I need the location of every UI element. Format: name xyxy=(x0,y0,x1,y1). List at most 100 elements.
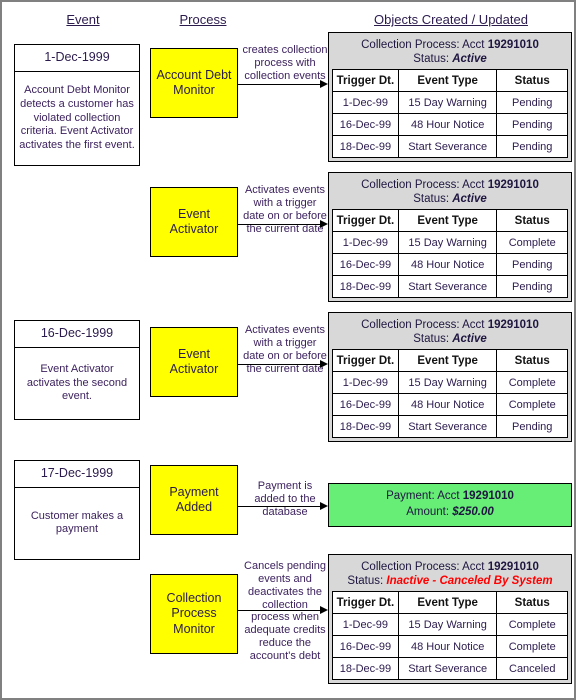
cell-trigger-date: 16-Dec-99 xyxy=(332,113,399,137)
object-title-prefix-4: Collection Process: Acct xyxy=(361,561,488,573)
payment-title-prefix: Payment: Acct xyxy=(386,490,463,503)
column-header-process: Process xyxy=(179,12,227,27)
event-date-3: 17-Dec-1999 xyxy=(15,461,139,488)
cell-event-type: 48 Hour Notice xyxy=(397,393,498,417)
object-table-1: Trigger Dt. Event Type Status 1-Dec-99 1… xyxy=(332,69,568,159)
object-status-value-3: Active xyxy=(452,333,487,346)
cell-status: Pending xyxy=(496,415,568,439)
cell-event-type: Start Severance xyxy=(397,415,498,439)
cell-status: Pending xyxy=(496,135,568,159)
cell-event-type: 15 Day Warning xyxy=(397,371,498,395)
table-header-row: Trigger Dt. Event Type Status xyxy=(332,69,568,93)
object-status-label-3: Status: xyxy=(413,333,453,346)
cell-trigger-date: 18-Dec-99 xyxy=(332,657,399,681)
table-row: 1-Dec-99 15 Day Warning Complete xyxy=(332,371,568,395)
process-box-collection-process-monitor[interactable]: Collection Process Monitor xyxy=(150,574,238,654)
table-row: 18-Dec-99 Start Severance Pending xyxy=(332,135,568,159)
arrow-line-1 xyxy=(238,84,322,85)
cell-status: Pending xyxy=(496,253,568,277)
object-title-prefix-1: Collection Process: Acct xyxy=(361,39,488,51)
cell-status: Complete xyxy=(496,635,568,659)
table-row: 18-Dec-99 Start Severance Pending xyxy=(332,415,568,439)
object-title-prefix-2: Collection Process: Acct xyxy=(361,179,488,191)
process-box-event-activator-2[interactable]: Event Activator xyxy=(150,327,238,397)
cell-trigger-date: 1-Dec-99 xyxy=(332,91,399,115)
cell-trigger-date: 18-Dec-99 xyxy=(332,415,399,439)
arrow-head-1 xyxy=(320,80,328,88)
arrow-head-5 xyxy=(320,606,328,614)
cell-status: Complete xyxy=(496,613,568,637)
cell-status: Complete xyxy=(496,231,568,255)
cell-trigger-date: 16-Dec-99 xyxy=(332,635,399,659)
object-status-label-4: Status: xyxy=(347,575,387,588)
arrow-caption-1: creates collection process with collecti… xyxy=(242,44,328,82)
arrow-line-2 xyxy=(238,224,322,225)
event-description-2: Event Activator activates the second eve… xyxy=(26,362,128,403)
payment-amount-value: $250.00 xyxy=(452,506,494,518)
event-description-1: Account Debt Monitor detects a customer … xyxy=(19,84,135,151)
table-row: 16-Dec-99 48 Hour Notice Pending xyxy=(332,253,568,277)
payment-amount-label: Amount: xyxy=(406,506,453,518)
object-panel-4: Collection Process: Acct 19291010 Status… xyxy=(328,554,572,684)
cell-trigger-date: 16-Dec-99 xyxy=(332,253,399,277)
arrow-caption-2: Activates events with a trigger date on … xyxy=(243,184,327,235)
event-box-3: 17-Dec-1999 Customer makes a payment xyxy=(14,460,140,560)
object-status-value-1: Active xyxy=(452,53,487,66)
object-account-3: 19291010 xyxy=(487,319,539,331)
object-status-label-2: Status: xyxy=(413,193,453,206)
cell-event-type: 48 Hour Notice xyxy=(397,253,498,277)
column-header-event: Event xyxy=(66,12,100,27)
arrow-caption-3: Activates events with a trigger date on … xyxy=(243,324,327,375)
arrow-head-3 xyxy=(320,360,328,368)
process-box-account-debt-monitor[interactable]: Account Debt Monitor xyxy=(150,48,238,118)
object-status-value-4: Inactive - Canceled By System xyxy=(386,575,553,588)
diagram-canvas: Event Process Objects Created / Updated … xyxy=(2,2,574,698)
table-row: 18-Dec-99 Start Severance Canceled xyxy=(332,657,568,681)
arrow-caption-4: Payment is added to the database xyxy=(254,480,316,518)
object-account-2: 19291010 xyxy=(487,179,539,191)
object-panel-1: Collection Process: Acct 19291010 Status… xyxy=(328,32,572,162)
diagram-page: Event Process Objects Created / Updated … xyxy=(0,0,576,700)
cell-status: Pending xyxy=(496,91,568,115)
object-table-3: Trigger Dt. Event Type Status 1-Dec-99 1… xyxy=(332,349,568,439)
col-trigger-date: Trigger Dt. xyxy=(332,69,399,93)
object-status-value-2: Active xyxy=(452,193,487,206)
payment-amount-line: Amount: $250.00 xyxy=(406,505,494,521)
cell-event-type: 15 Day Warning xyxy=(397,91,498,115)
table-row: 16-Dec-99 48 Hour Notice Complete xyxy=(332,393,568,417)
object-title-2: Collection Process: Acct 19291010 Status… xyxy=(332,176,568,209)
cell-status: Pending xyxy=(496,275,568,299)
table-header-row: Trigger Dt. Event Type Status xyxy=(332,209,568,233)
cell-event-type: 48 Hour Notice xyxy=(397,113,498,137)
payment-account: 19291010 xyxy=(462,490,514,503)
table-row: 16-Dec-99 48 Hour Notice Complete xyxy=(332,635,568,659)
payment-title: Payment: Acct 19291010 xyxy=(386,489,514,505)
event-date-2: 16-Dec-1999 xyxy=(15,321,139,348)
object-title-1: Collection Process: Acct 19291010 Status… xyxy=(332,36,568,69)
col-event-type: Event Type xyxy=(397,349,498,373)
arrow-head-2 xyxy=(320,220,328,228)
table-row: 18-Dec-99 Start Severance Pending xyxy=(332,275,568,299)
process-box-payment-added[interactable]: Payment Added xyxy=(150,465,238,535)
col-status: Status xyxy=(496,69,568,93)
cell-event-type: 15 Day Warning xyxy=(397,231,498,255)
cell-event-type: Start Severance xyxy=(397,275,498,299)
object-account-1: 19291010 xyxy=(487,39,539,51)
col-event-type: Event Type xyxy=(397,69,498,93)
arrow-head-4 xyxy=(320,502,328,510)
cell-status: Canceled xyxy=(496,657,568,681)
cell-status: Pending xyxy=(496,113,568,137)
object-status-label-1: Status: xyxy=(413,53,453,66)
cell-status: Complete xyxy=(496,371,568,395)
arrow-line-3 xyxy=(238,364,322,365)
object-table-4: Trigger Dt. Event Type Status 1-Dec-99 1… xyxy=(332,591,568,681)
col-status: Status xyxy=(496,209,568,233)
cell-trigger-date: 1-Dec-99 xyxy=(332,613,399,637)
cell-event-type: Start Severance xyxy=(397,657,498,681)
payment-panel: Payment: Acct 19291010 Amount: $250.00 xyxy=(328,483,572,527)
process-box-event-activator-1[interactable]: Event Activator xyxy=(150,187,238,257)
col-status: Status xyxy=(496,349,568,373)
cell-event-type: Start Severance xyxy=(397,135,498,159)
cell-event-type: 15 Day Warning xyxy=(397,613,498,637)
object-table-2: Trigger Dt. Event Type Status 1-Dec-99 1… xyxy=(332,209,568,299)
